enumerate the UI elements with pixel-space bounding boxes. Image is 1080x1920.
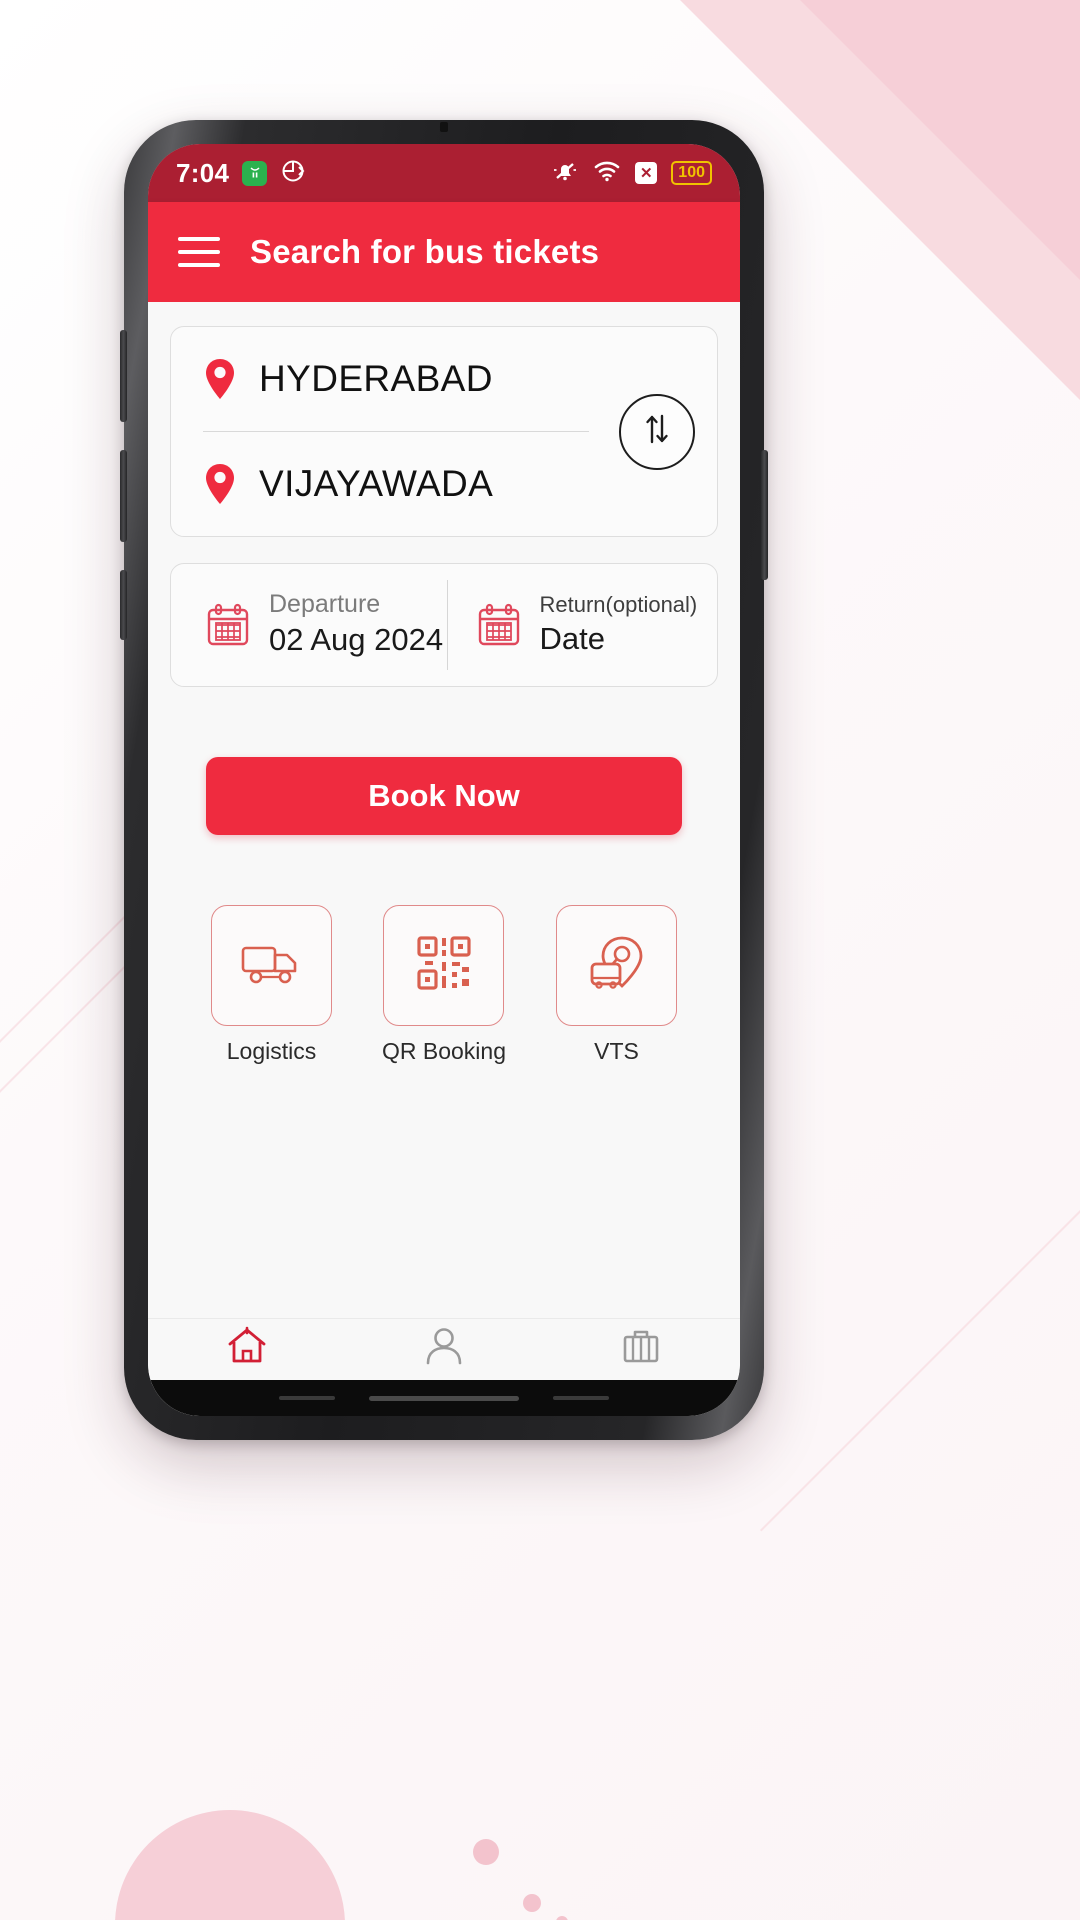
person-icon: [422, 1325, 466, 1372]
qr-code-icon: [415, 934, 473, 997]
phone-mockup: 7:04 ✕ 100 Search for bus tickets HYDERA…: [120, 120, 768, 1440]
tile-logistics-label: Logistics: [226, 1038, 317, 1064]
swap-cities-button[interactable]: [619, 393, 695, 470]
sync-icon: [280, 158, 306, 189]
phone-bezel: 7:04 ✕ 100 Search for bus tickets HYDERA…: [148, 144, 740, 1416]
quick-action-tiles: Logistics QR Booking VTS: [148, 905, 740, 1065]
return-date-field[interactable]: Return(optional) Date: [448, 564, 718, 686]
to-city: VIJAYAWADA: [259, 463, 494, 504]
sim-badge-icon: [242, 160, 268, 186]
status-bar-left: 7:04: [176, 158, 306, 189]
departure-date-field[interactable]: Departure 02 Aug 2024: [171, 564, 447, 686]
volume-down-button[interactable]: [120, 450, 127, 542]
departure-value: 02 Aug 2024: [269, 622, 444, 658]
briefcase-icon: [619, 1325, 663, 1372]
x-signal-icon: ✕: [635, 162, 658, 184]
tile-qr-booking[interactable]: QR Booking: [382, 905, 506, 1065]
power-button[interactable]: [761, 450, 768, 580]
mute-bell-icon: [551, 157, 579, 190]
status-time: 7:04: [176, 157, 230, 188]
hamburger-menu-icon[interactable]: [178, 237, 220, 267]
tile-vts-label: VTS: [594, 1038, 639, 1064]
app-bar: Search for bus tickets: [148, 202, 740, 302]
wifi-icon: [593, 159, 621, 188]
tile-vts-box[interactable]: [556, 905, 677, 1026]
tile-logistics[interactable]: Logistics: [210, 905, 332, 1065]
tile-qr-booking-box[interactable]: [383, 905, 505, 1026]
page-title: Search for bus tickets: [250, 233, 600, 270]
vehicle-tracking-icon: [586, 934, 648, 997]
background-dot: [473, 1839, 499, 1865]
tile-logistics-box[interactable]: [210, 905, 332, 1026]
from-city: HYDERABAD: [259, 358, 493, 399]
gesture-tick: [279, 1396, 335, 1400]
return-label: Return(optional): [539, 592, 698, 618]
date-card: Departure 02 Aug 2024 Return(optional) D…: [170, 563, 718, 687]
departure-label: Departure: [269, 590, 381, 619]
system-gesture-bar: [148, 1380, 740, 1416]
location-pin-icon: [203, 357, 237, 401]
location-pin-icon: [203, 462, 237, 506]
volume-up-button[interactable]: [120, 330, 127, 422]
home-icon: [225, 1325, 269, 1372]
return-value: Date: [539, 620, 605, 656]
status-bar: 7:04 ✕ 100: [148, 144, 740, 202]
background-dot: [523, 1894, 541, 1912]
tile-qr-booking-label: QR Booking: [381, 1038, 506, 1064]
gesture-handle[interactable]: [369, 1395, 519, 1401]
mute-switch-button[interactable]: [120, 570, 127, 640]
phone-top-sensor: [440, 122, 448, 132]
return-text: Return(optional) Date: [540, 591, 698, 659]
battery-percent-badge: 100: [671, 160, 712, 186]
status-bar-right: ✕ 100: [551, 157, 712, 190]
truck-icon: [240, 938, 302, 993]
departure-text: Departure 02 Aug 2024: [269, 589, 443, 661]
phone-screen: 7:04 ✕ 100 Search for bus tickets HYDERA…: [148, 144, 740, 1416]
calendar-icon: [205, 602, 251, 648]
swap-vertical-icon: [640, 411, 674, 452]
calendar-icon: [476, 602, 522, 648]
main-content: HYDERABAD VIJAYAWADA Departure 02 Aug 20…: [148, 302, 740, 1318]
book-now-button[interactable]: Book Now: [206, 757, 682, 835]
tile-vts[interactable]: VTS: [556, 905, 677, 1065]
route-card: HYDERABAD VIJAYAWADA: [170, 326, 718, 537]
gesture-tick: [553, 1396, 609, 1400]
